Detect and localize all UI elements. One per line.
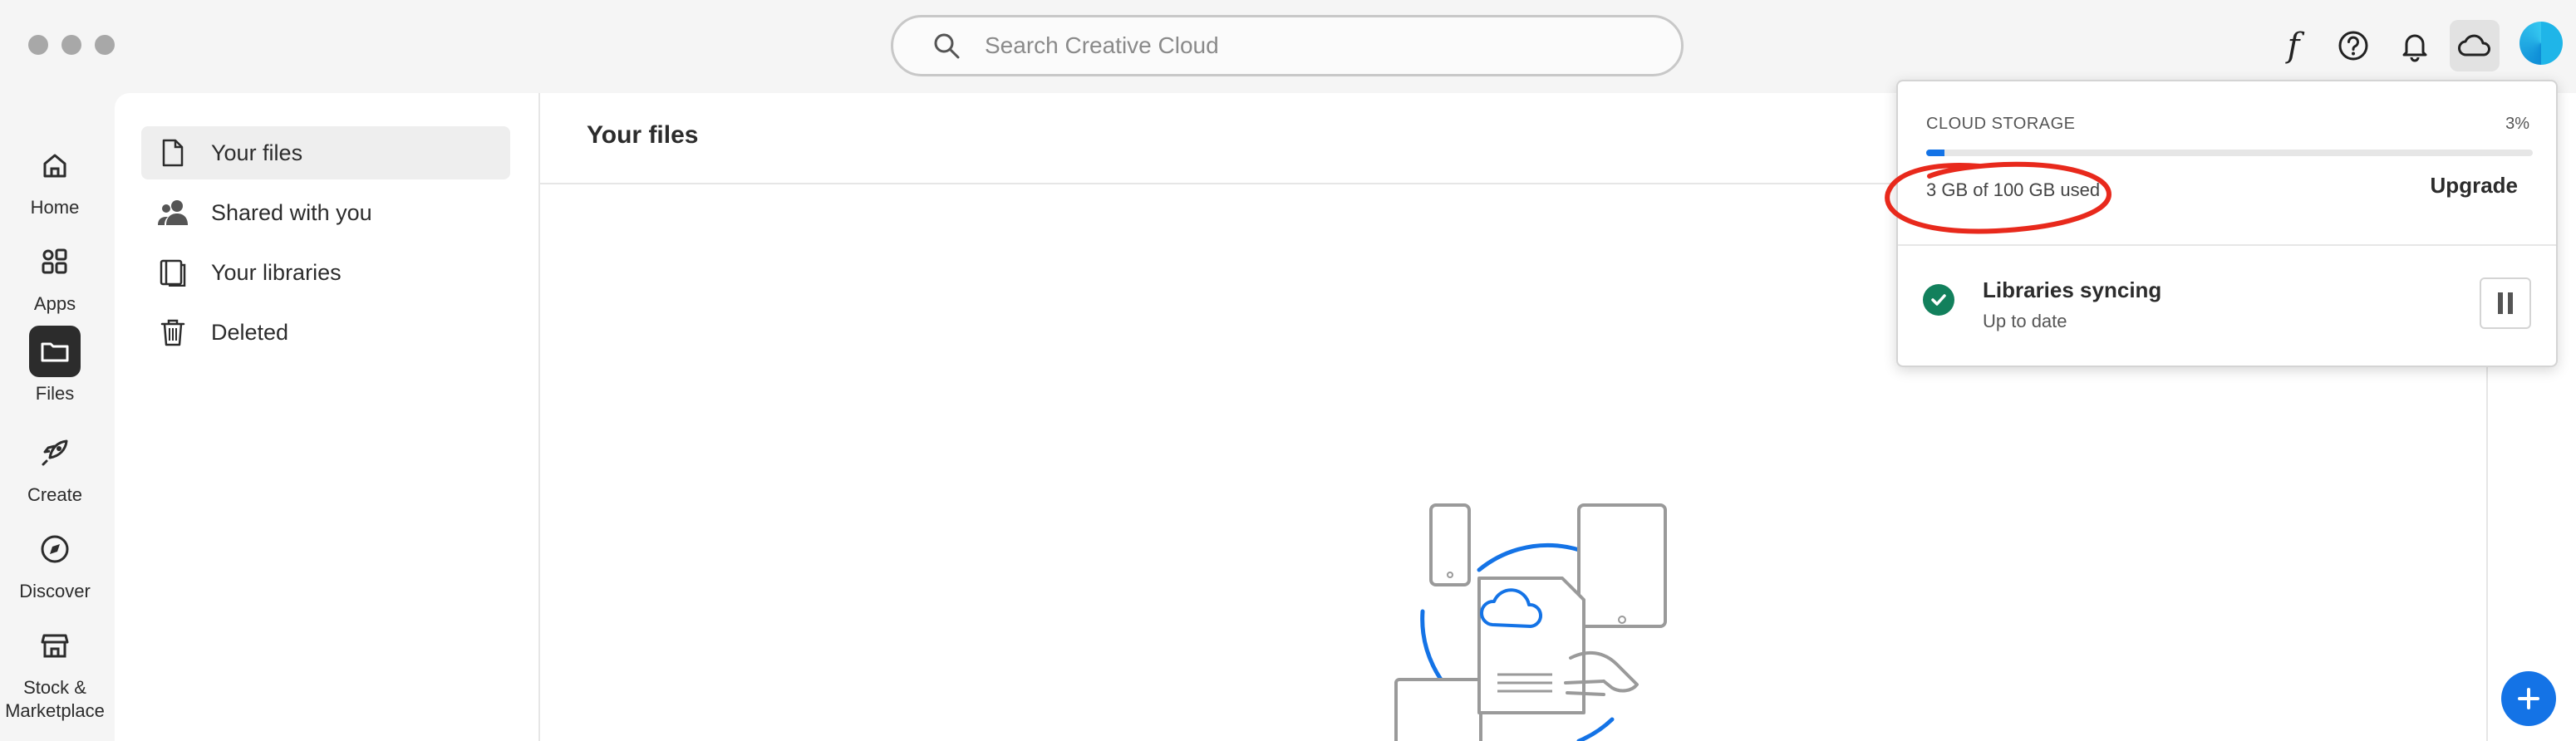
pause-sync-button[interactable] [2480, 277, 2531, 329]
cloud-storage-heading: CLOUD STORAGE [1926, 115, 2076, 133]
sync-title: Libraries syncing [1983, 277, 2162, 302]
subnav-your-libraries[interactable]: Your libraries [141, 246, 510, 299]
bell-icon [2402, 34, 2427, 62]
store-icon [41, 634, 69, 658]
help-button[interactable] [2328, 20, 2378, 71]
nav-stock-marketplace[interactable]: Stock & Marketplace [0, 620, 110, 723]
nav-create[interactable]: Create [0, 427, 110, 507]
files-subnav: Your files Shared with you Your librarie… [115, 93, 540, 741]
notifications-button[interactable] [2390, 20, 2440, 71]
popover-divider [1898, 244, 2556, 246]
sync-status-check [1923, 284, 1954, 316]
folder-icon [41, 342, 69, 362]
nav-apps[interactable]: Apps [0, 236, 110, 316]
search-bar[interactable] [891, 15, 1684, 76]
window-controls [28, 35, 115, 55]
nav-discover[interactable]: Discover [0, 523, 110, 603]
pause-icon-bar [2508, 292, 2513, 314]
people-icon [158, 200, 188, 225]
subnav-shared-label: Shared with you [211, 199, 372, 225]
search-input[interactable] [983, 32, 1651, 60]
storage-progress-bar [1926, 150, 2533, 156]
subnav-deleted-label: Deleted [211, 319, 289, 345]
file-icon [162, 139, 184, 167]
rocket-icon [42, 439, 68, 466]
help-icon [2338, 31, 2368, 61]
home-icon [43, 154, 66, 178]
nav-create-label: Create [27, 484, 83, 505]
compass-icon [41, 535, 69, 563]
sync-status: Up to date [1983, 311, 2067, 331]
nav-discover-label: Discover [19, 581, 91, 601]
trash-icon [160, 319, 185, 346]
pause-icon-bar [2498, 292, 2503, 314]
upgrade-button[interactable]: Upgrade [2431, 173, 2518, 199]
libraries-icon [160, 259, 186, 287]
empty-state-illustration [1354, 495, 1703, 741]
cloud-icon [2458, 34, 2490, 56]
avatar[interactable] [2519, 22, 2563, 65]
annotation-circle [1885, 161, 2112, 234]
plus-icon [2518, 688, 2539, 709]
apps-icon [42, 248, 67, 274]
search-icon [934, 33, 960, 59]
fonts-icon: f [2287, 27, 2300, 65]
nav-marketplace-label: Marketplace [5, 700, 105, 721]
zoom-window-button[interactable] [95, 35, 115, 55]
fonts-button[interactable]: f [2269, 20, 2318, 71]
nav-apps-label: Apps [33, 293, 76, 314]
close-window-button[interactable] [28, 35, 48, 55]
right-rail-divider [2486, 357, 2488, 741]
cloud-storage-button[interactable] [2450, 20, 2500, 71]
page-title: Your files [587, 121, 699, 149]
check-icon [1931, 294, 1946, 306]
nav-files[interactable]: Files [0, 326, 110, 405]
nav-stock-label: Stock & [23, 677, 86, 698]
storage-percent: 3% [2505, 115, 2529, 133]
nav-home[interactable]: Home [0, 140, 110, 219]
nav-home-label: Home [30, 197, 80, 218]
subnav-deleted[interactable]: Deleted [141, 306, 510, 359]
subnav-libraries-label: Your libraries [211, 259, 342, 285]
subnav-shared-with-you[interactable]: Shared with you [141, 186, 510, 239]
nav-files-label: Files [35, 383, 75, 404]
subnav-your-files-label: Your files [211, 140, 303, 165]
add-button[interactable] [2501, 671, 2556, 726]
minimize-window-button[interactable] [61, 35, 81, 55]
storage-progress-fill [1926, 150, 1944, 156]
subnav-your-files[interactable]: Your files [141, 126, 510, 179]
